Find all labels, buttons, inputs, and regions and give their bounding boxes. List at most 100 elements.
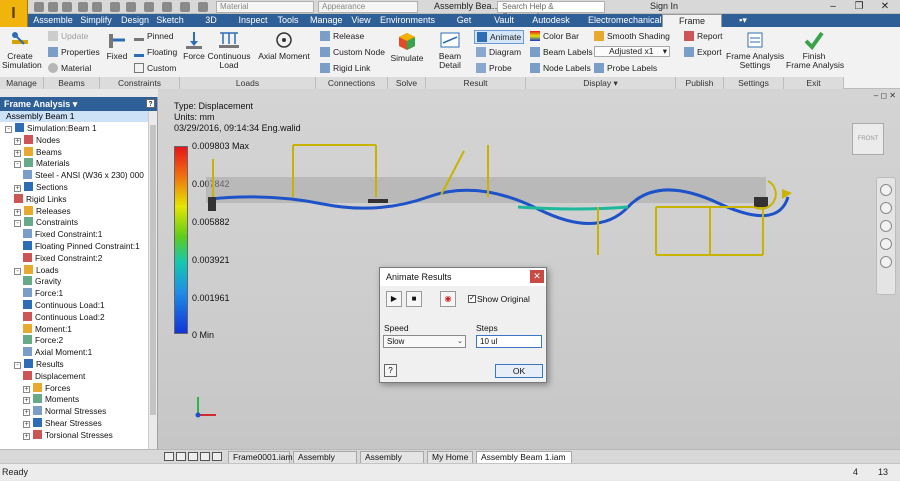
tab-design[interactable]: Design (120, 14, 150, 27)
dialog-close-button[interactable]: ✕ (530, 270, 544, 283)
collapse-icon[interactable]: - (14, 220, 21, 228)
redo-icon[interactable] (92, 2, 102, 12)
collapse-icon[interactable]: - (14, 267, 21, 275)
ok-button[interactable]: OK (495, 364, 543, 378)
collapse-icon[interactable]: - (5, 126, 12, 133)
deformation-scale-dropdown[interactable]: Adjusted x1 ▾ (594, 46, 670, 57)
color-icon[interactable] (198, 2, 208, 12)
maximize-button[interactable]: ❐ (846, 0, 872, 14)
help-icon[interactable]: ? (146, 99, 155, 108)
tab-frame-analysis[interactable]: Frame Analysis (662, 14, 722, 38)
expand-icon[interactable]: + (23, 385, 30, 393)
arrange-icon[interactable] (200, 452, 210, 461)
dialog-help-button[interactable]: ? (384, 364, 397, 377)
tab-inspect[interactable]: Inspect (238, 14, 268, 27)
fixed-button[interactable]: Fixed (104, 30, 130, 61)
expand-icon[interactable]: + (23, 397, 30, 405)
tab-autodesk-a360[interactable]: Autodesk A360 (522, 14, 580, 37)
tree-item[interactable]: + Torsional Stresses (23, 429, 113, 441)
collapse-icon[interactable]: - (14, 161, 21, 169)
fixed-constraint-1[interactable] (208, 197, 216, 211)
tree-item[interactable]: + Beams (14, 146, 62, 158)
tree-item[interactable]: - Results (14, 358, 64, 370)
tree-item[interactable]: + Shear Stresses (23, 417, 102, 429)
cascade-icon[interactable] (188, 452, 198, 461)
ribbon-options-icon[interactable]: ▪▾ (736, 14, 750, 27)
tree-item[interactable]: Fixed Constraint:1 (23, 228, 102, 240)
tree-item[interactable]: Continuous Load:1 (23, 299, 105, 311)
probe-button[interactable]: Probe (476, 63, 512, 73)
tree-item[interactable]: + Forces (23, 382, 70, 394)
node-labels-button[interactable]: Node Labels (530, 63, 591, 73)
select-icon[interactable] (144, 2, 154, 12)
release-button[interactable]: Release (320, 31, 364, 41)
tab-assemble[interactable]: Assemble (32, 14, 74, 27)
help-search-input[interactable]: Search Help & Commands… (497, 1, 605, 21)
steering-wheel-icon[interactable] (880, 184, 892, 196)
force-button[interactable]: Force (180, 30, 208, 61)
tab-view[interactable]: View (350, 14, 372, 27)
print-icon[interactable] (126, 2, 136, 12)
tile-vertical-icon[interactable] (176, 452, 186, 461)
tree-item[interactable]: + Normal Stresses (23, 405, 106, 417)
report-button[interactable]: Report (684, 31, 723, 41)
tree-item[interactable]: - Simulation:Beam 1 (5, 122, 97, 134)
diagram-button[interactable]: Diagram (476, 47, 521, 57)
sign-in-link[interactable]: Sign In (650, 1, 678, 11)
tab-manage[interactable]: Manage (310, 14, 343, 27)
orbit-icon[interactable] (880, 238, 892, 250)
simulate-button[interactable]: Simulate (390, 30, 424, 63)
material-button[interactable]: Material (48, 63, 91, 73)
tree-item[interactable]: + Sections (14, 181, 68, 193)
tree-item[interactable]: + Nodes (14, 134, 60, 146)
tab-simplify[interactable]: Simplify (76, 14, 116, 27)
minimize-button[interactable]: – (820, 0, 846, 14)
tree-item[interactable]: Force:2 (23, 334, 63, 346)
tab-environments[interactable]: Environments (380, 14, 435, 27)
undo-icon[interactable] (78, 2, 88, 12)
scrollbar-thumb[interactable] (150, 125, 156, 415)
tree-item[interactable]: - Materials (14, 157, 70, 169)
axial-moment-button[interactable]: Axial Moment (256, 30, 312, 61)
show-original-checkbox[interactable]: ✓ (468, 295, 476, 303)
rigid-link-button[interactable]: Rigid Link (320, 63, 370, 73)
tree-item[interactable]: Continuous Load:2 (23, 311, 105, 323)
tab-get-started[interactable]: Get Started (442, 14, 486, 37)
tree-item[interactable]: Rigid Links (14, 193, 67, 205)
save-icon[interactable] (62, 2, 72, 12)
browser-scrollbar[interactable] (148, 111, 157, 449)
smooth-shading-button[interactable]: Smooth Shading (594, 31, 670, 41)
animate-button[interactable]: Animate (474, 30, 525, 44)
custom-constraint-button[interactable]: Custom (134, 63, 176, 73)
frame-analysis-settings-button[interactable]: Frame Analysis Settings (726, 30, 784, 70)
steps-input[interactable]: 10 ul (476, 335, 542, 348)
tree-item[interactable]: + Moments (23, 393, 79, 405)
browser-header[interactable]: Frame Analysis ▾? (0, 97, 157, 111)
properties-button[interactable]: Properties (48, 47, 100, 57)
speed-select[interactable]: Slow ⌄ (383, 335, 466, 348)
expand-icon[interactable]: + (14, 185, 21, 192)
appearance-dropdown[interactable]: Appearance (318, 1, 418, 13)
tree-root[interactable]: Assembly Beam 1 (0, 111, 157, 122)
new-file-icon[interactable] (34, 2, 44, 12)
record-button[interactable]: ◉ (440, 291, 456, 307)
update-button[interactable]: Update (48, 31, 88, 41)
create-simulation-button[interactable]: Create Simulation (2, 30, 42, 70)
pan-icon[interactable] (880, 202, 892, 214)
tree-item[interactable]: Gravity (23, 275, 61, 287)
tree-item[interactable]: - Constraints (14, 216, 78, 228)
tree-item[interactable]: - Loads (14, 264, 59, 276)
finish-frame-analysis-button[interactable]: Finish Frame Analysis (786, 30, 844, 70)
color-bar-button[interactable]: Color Bar (530, 31, 579, 41)
material-dropdown[interactable]: Material (216, 1, 314, 13)
custom-node-button[interactable]: Custom Node (320, 47, 385, 57)
expand-icon[interactable]: + (23, 432, 30, 440)
floating-button[interactable]: Floating (134, 47, 177, 57)
tree-item[interactable]: Axial Moment:1 (23, 346, 92, 358)
tab-3d-model[interactable]: 3D Model (192, 14, 230, 37)
zoom-icon[interactable] (880, 220, 892, 232)
expand-icon[interactable]: + (14, 137, 21, 145)
probe-labels-button[interactable]: Probe Labels (594, 63, 657, 73)
tree-item[interactable]: + Releases (14, 205, 71, 217)
export-button[interactable]: Export (684, 47, 722, 57)
